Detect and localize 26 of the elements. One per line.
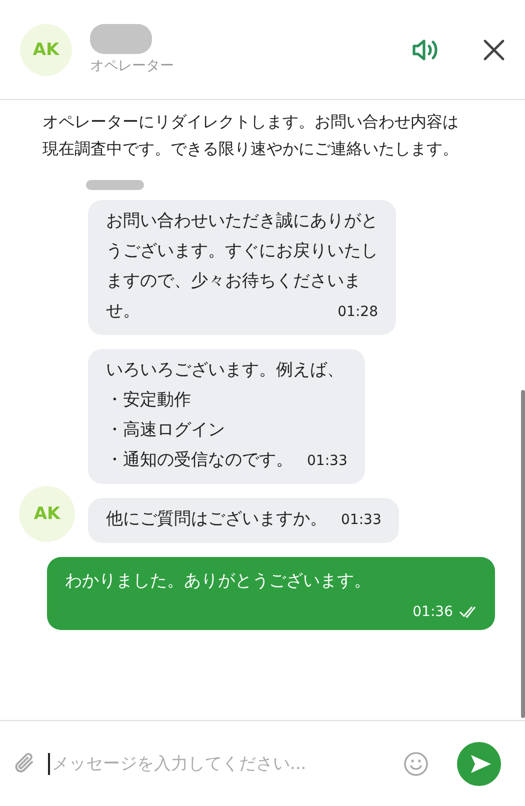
message-line: いろいろございます。例えば、	[106, 359, 344, 382]
operator-role: オペレーター	[90, 57, 175, 75]
message-time: 01:33	[341, 511, 382, 530]
emoji-icon[interactable]	[403, 750, 429, 776]
close-icon[interactable]	[483, 38, 505, 60]
message-line: ・高速ログイン	[106, 419, 225, 442]
agent-avatar: AK	[19, 486, 75, 542]
message-text: わかりました。ありがとうございます。	[65, 570, 372, 592]
message-line: ・安定動作	[106, 389, 191, 412]
paperclip-icon[interactable]	[14, 752, 36, 776]
speaker-icon[interactable]	[411, 36, 439, 62]
send-icon	[470, 754, 492, 774]
system-message: オペレーターにリダイレクトします。お問い合わせ内容は現在調査中です。できる限り速やかにご連絡いたします。	[42, 111, 460, 160]
message-line: うございます。すぐにお戻りいたし	[106, 240, 378, 263]
message-line: お問い合わせいただき誠にありがと	[106, 210, 378, 233]
message-line: ・通知の受信なのです。	[106, 449, 293, 472]
message-line: ますので、少々お待ちくださいま	[106, 270, 361, 293]
message-time: 01:28	[338, 303, 378, 322]
operator-avatar: AK	[20, 24, 72, 76]
scrollbar[interactable]	[521, 390, 525, 718]
message-time: 01:36	[412, 604, 453, 620]
message-line: 他にご質問はございますか。	[106, 508, 327, 531]
redacted-name	[90, 24, 152, 54]
message-line: せ。	[106, 300, 140, 323]
message-time: 01:33	[307, 452, 348, 471]
send-button[interactable]	[457, 742, 501, 786]
